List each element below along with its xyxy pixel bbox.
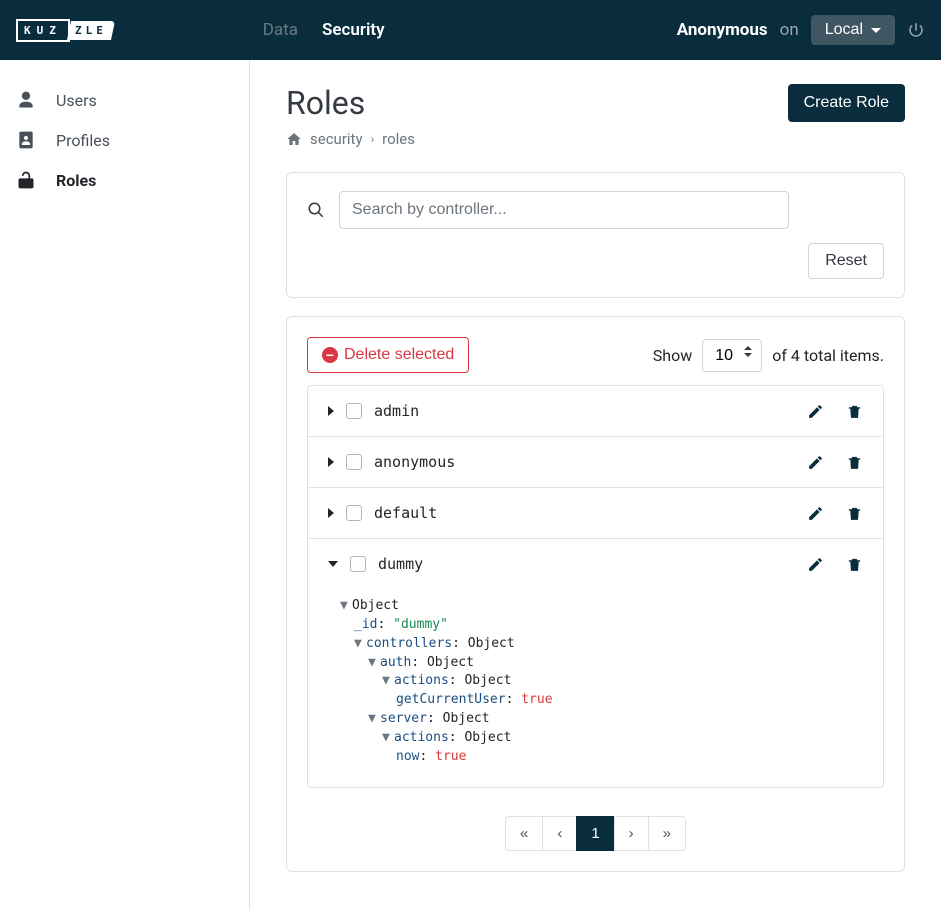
json-tree: ▼Object _id: "dummy" ▼controllers: Objec… [340, 597, 863, 767]
unlock-icon [16, 170, 36, 190]
list-header: − Delete selected Show 10 of 4 total ite… [307, 337, 884, 373]
sidebar-item-label: Profiles [56, 131, 110, 150]
delete-icon[interactable] [846, 454, 863, 471]
expand-icon[interactable] [328, 508, 334, 518]
search-card: Reset [286, 172, 905, 298]
sidebar-item-label: Roles [56, 171, 96, 190]
role-row: dummy [308, 539, 883, 589]
row-checkbox[interactable] [346, 454, 362, 470]
page-size-select[interactable]: 10 [702, 339, 762, 372]
list-card: − Delete selected Show 10 of 4 total ite… [286, 316, 905, 872]
nav-tab-security[interactable]: Security [322, 20, 385, 40]
role-name[interactable]: anonymous [374, 453, 455, 471]
header-right: Anonymous on Local [677, 15, 925, 45]
row-checkbox[interactable] [350, 556, 366, 572]
logo-left: KUZ [16, 19, 70, 42]
breadcrumb-security[interactable]: security [310, 130, 363, 148]
role-row: default [308, 488, 883, 539]
sidebar-item-users[interactable]: Users [0, 80, 249, 120]
tree-toggle-icon[interactable]: ▼ [354, 635, 364, 654]
delete-selected-button[interactable]: − Delete selected [307, 337, 469, 373]
breadcrumb: security › roles [286, 130, 415, 148]
page-next-button[interactable]: › [614, 816, 649, 851]
edit-icon[interactable] [807, 454, 824, 471]
page-title: Roles [286, 84, 415, 122]
edit-icon[interactable] [807, 556, 824, 573]
edit-icon[interactable] [807, 505, 824, 522]
tree-toggle-icon[interactable]: ▼ [368, 710, 378, 729]
collapse-icon[interactable] [328, 561, 338, 567]
page-header: Roles security › roles Create Role [286, 84, 905, 148]
delete-icon[interactable] [846, 505, 863, 522]
search-icon [307, 201, 325, 219]
tree-toggle-icon[interactable]: ▼ [382, 672, 392, 691]
role-row: admin [308, 386, 883, 437]
tree-toggle-icon[interactable]: ▼ [382, 729, 392, 748]
delete-icon[interactable] [846, 403, 863, 420]
edit-icon[interactable] [807, 403, 824, 420]
sidebar: Users Profiles Roles [0, 60, 250, 909]
current-user: Anonymous [677, 20, 768, 40]
row-checkbox[interactable] [346, 505, 362, 521]
delete-selected-label: Delete selected [344, 346, 454, 364]
chevron-right-icon: › [371, 132, 375, 146]
app-header: KUZ ZLE Data Security Anonymous on Local [0, 0, 941, 60]
logo-right: ZLE [67, 21, 115, 40]
id-badge-icon [16, 130, 36, 150]
row-checkbox[interactable] [346, 403, 362, 419]
caret-down-icon [871, 28, 881, 33]
main: Users Profiles Roles Roles security › ro… [0, 60, 941, 909]
tree-toggle-icon[interactable]: ▼ [368, 654, 378, 673]
breadcrumb-roles[interactable]: roles [382, 130, 415, 148]
role-name[interactable]: default [374, 504, 437, 522]
nav-tab-data[interactable]: Data [263, 20, 298, 40]
show-label: Show [653, 346, 692, 365]
minus-circle-icon: − [322, 347, 338, 363]
sidebar-item-label: Users [56, 91, 97, 110]
sidebar-item-roles[interactable]: Roles [0, 160, 249, 200]
user-icon [16, 90, 36, 110]
create-role-button[interactable]: Create Role [788, 84, 905, 122]
total-items-text: of 4 total items. [772, 346, 884, 365]
reset-button[interactable]: Reset [808, 243, 884, 279]
content: Roles security › roles Create Role Reset [250, 60, 941, 909]
page-first-button[interactable]: « [505, 816, 543, 851]
home-icon[interactable] [286, 131, 302, 147]
pagination: « ‹ 1 › » [307, 816, 884, 851]
role-name[interactable]: admin [374, 402, 419, 420]
delete-icon[interactable] [846, 556, 863, 573]
environment-dropdown[interactable]: Local [811, 15, 895, 45]
role-row: anonymous [308, 437, 883, 488]
expand-icon[interactable] [328, 457, 334, 467]
main-nav: Data Security [263, 20, 385, 40]
role-list: admin anonymous [307, 385, 884, 788]
search-input[interactable] [339, 191, 789, 229]
expand-icon[interactable] [328, 406, 334, 416]
page-last-button[interactable]: » [648, 816, 686, 851]
role-expanded-content: ▼Object _id: "dummy" ▼controllers: Objec… [308, 589, 883, 787]
page-prev-button[interactable]: ‹ [542, 816, 577, 851]
power-icon[interactable] [907, 21, 925, 39]
environment-label: Local [825, 21, 863, 39]
tree-toggle-icon[interactable]: ▼ [340, 597, 350, 616]
page-size-select-wrap: 10 [702, 339, 762, 372]
logo[interactable]: KUZ ZLE [16, 19, 113, 42]
page-current-button[interactable]: 1 [576, 816, 614, 851]
sidebar-item-profiles[interactable]: Profiles [0, 120, 249, 160]
role-name[interactable]: dummy [378, 555, 423, 573]
on-label: on [780, 20, 799, 40]
